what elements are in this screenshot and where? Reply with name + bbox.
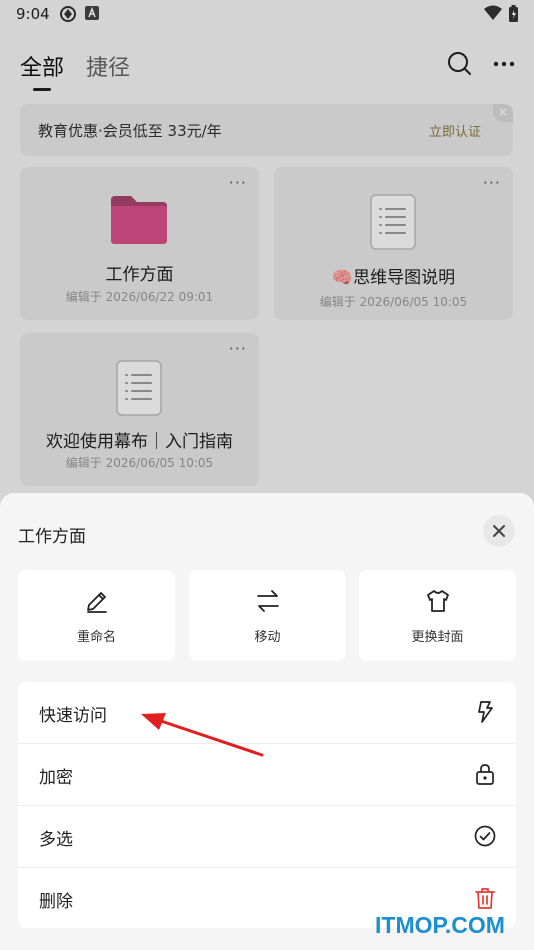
change-cover-button[interactable]: 更换封面 — [359, 570, 516, 661]
swap-arrows-icon — [257, 590, 279, 612]
close-icon — [493, 525, 505, 537]
delete-label: 删除 — [39, 892, 73, 912]
file-actions-sheet: 工作方面 重命名 移动 更换封面 快速访问 加密 多选 删除 — [0, 493, 534, 950]
action-menu-list: 快速访问 加密 多选 删除 — [18, 682, 516, 928]
quick-access-item[interactable]: 快速访问 — [18, 682, 516, 743]
lock-icon — [476, 764, 494, 785]
trash-icon — [475, 888, 495, 909]
close-button[interactable] — [483, 515, 515, 547]
move-label: 移动 — [254, 630, 281, 645]
rename-label: 重命名 — [76, 630, 116, 645]
multi-select-item[interactable]: 多选 — [18, 806, 516, 867]
pencil-icon — [87, 592, 107, 613]
encrypt-item[interactable]: 加密 — [18, 744, 516, 805]
sheet-title: 工作方面 — [18, 527, 86, 547]
rename-button[interactable]: 重命名 — [18, 570, 175, 661]
change-cover-label: 更换封面 — [411, 630, 464, 645]
encrypt-label: 加密 — [39, 768, 73, 788]
quick-access-label: 快速访问 — [39, 706, 107, 726]
move-button[interactable]: 移动 — [189, 570, 346, 661]
watermark: ITMOP.COM — [375, 912, 505, 938]
check-circle-icon — [474, 825, 496, 847]
multi-select-label: 多选 — [39, 830, 73, 850]
lightning-icon — [478, 701, 493, 723]
shirt-icon — [427, 590, 449, 612]
